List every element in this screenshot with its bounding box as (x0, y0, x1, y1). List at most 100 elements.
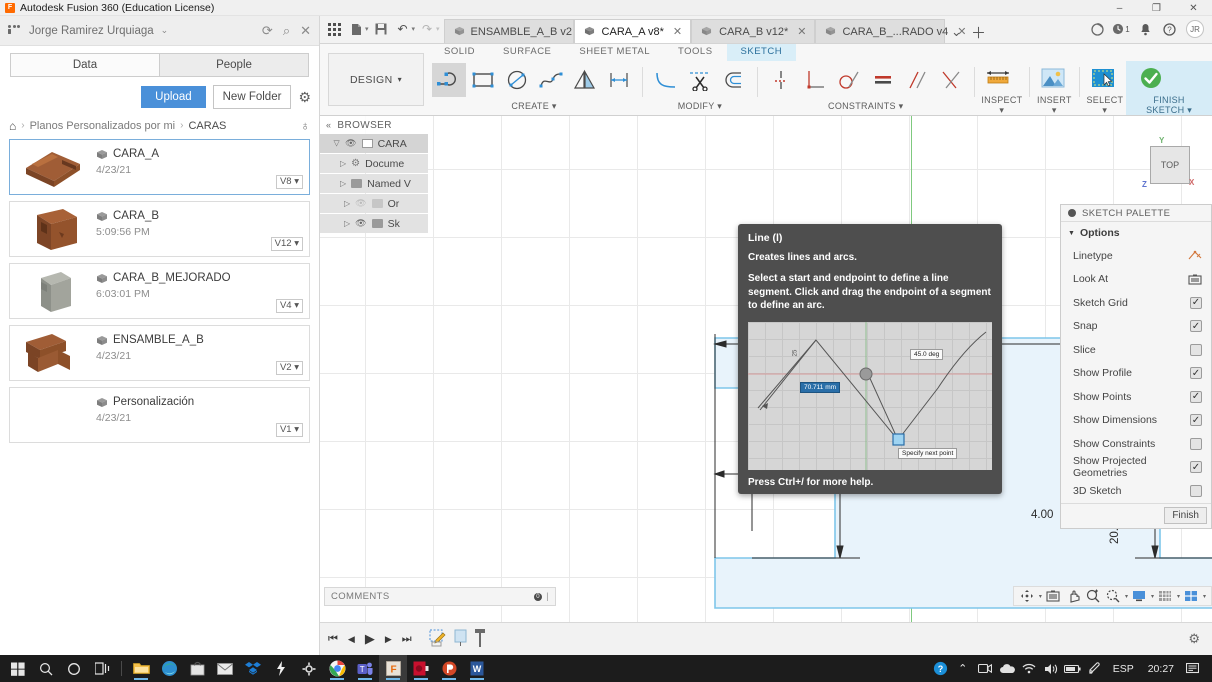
taskbar-file-explorer[interactable] (127, 655, 155, 682)
sketch-grid-checkbox[interactable]: ✓ (1190, 297, 1202, 309)
perpendicular-constraint-button[interactable] (798, 63, 832, 97)
volume-icon[interactable] (1041, 655, 1061, 682)
tray-chevron-icon[interactable]: ⌃ (953, 655, 973, 682)
avatar[interactable]: JR (1186, 20, 1204, 38)
palette-row-linetype[interactable]: Linetype (1061, 244, 1211, 268)
palette-row-snap[interactable]: Snap ✓ (1061, 315, 1211, 339)
version-badge[interactable]: V2 ▾ (276, 361, 303, 375)
palette-row-show-constraints[interactable]: Show Constraints (1061, 432, 1211, 456)
document-tab-cara-b[interactable]: CARA_B v12* ✕ (691, 19, 815, 43)
search-icon[interactable]: ⌕ (283, 23, 290, 39)
tab-overflow-icon[interactable]: ⌄ (945, 21, 967, 43)
tab-sheet-metal[interactable]: SHEET METAL (565, 44, 664, 61)
pan-icon[interactable] (1065, 588, 1082, 605)
expand-triangle-icon[interactable]: ▷ (340, 179, 346, 188)
create-group-label[interactable]: CREATE ▾ (432, 101, 636, 115)
list-item[interactable]: CARA_B_MEJORADO 6:03:01 PM V4 ▾ (9, 263, 310, 319)
display-settings-icon[interactable] (1131, 588, 1148, 605)
tab-solid[interactable]: SOLID (430, 44, 489, 61)
linetype-icon[interactable] (1187, 249, 1202, 262)
list-item[interactable]: ENSAMBLE_A_B 4/23/21 V2 ▾ (9, 325, 310, 381)
home-icon[interactable]: ⌂ (9, 119, 16, 133)
redo-caret-icon[interactable]: ▾ (436, 25, 440, 33)
version-badge[interactable]: V8 ▾ (276, 175, 303, 189)
notifications-icon[interactable] (1182, 655, 1202, 682)
onedrive-cloud-icon[interactable] (997, 655, 1017, 682)
help-icon[interactable]: ? (1158, 18, 1180, 40)
slice-checkbox[interactable] (1190, 344, 1202, 356)
breadcrumb-parent[interactable]: Planos Personalizados por mi (30, 120, 176, 132)
maximize-button[interactable]: ❐ (1138, 0, 1175, 16)
show-projected-geometries-checkbox[interactable]: ✓ (1190, 461, 1202, 473)
expand-triangle-icon[interactable]: ▷ (344, 219, 350, 228)
tab-data[interactable]: Data (10, 53, 159, 77)
search-icon[interactable] (32, 655, 60, 682)
taskbar-teams[interactable]: T (351, 655, 379, 682)
constraints-group-label[interactable]: CONSTRAINTS ▾ (764, 101, 968, 115)
snap-checkbox[interactable]: ✓ (1190, 320, 1202, 332)
view-cube[interactable]: TOP Y X Z (1142, 138, 1194, 190)
timeline-sketch-feature[interactable] (428, 628, 447, 650)
taskbar-powerpoint[interactable] (435, 655, 463, 682)
select-tool-button[interactable] (1086, 61, 1120, 95)
timeline-settings-icon[interactable]: ⚙ (1188, 631, 1200, 647)
timeline-playhead[interactable] (475, 629, 485, 650)
globe-icon[interactable]: ♁ (300, 118, 310, 133)
viewports-icon[interactable] (1183, 588, 1200, 605)
grid-caret-icon[interactable]: ▾ (1177, 593, 1180, 600)
comments-bar[interactable]: COMMENTS 0 | (324, 587, 556, 606)
view-cube-top-face[interactable]: TOP (1150, 146, 1190, 184)
browser-row-named-views[interactable]: ▷ Named V (320, 174, 428, 193)
tangent-constraint-button[interactable] (832, 63, 866, 97)
dimension-label-4-left[interactable]: 4.00 (1031, 509, 1053, 521)
show-dimensions-checkbox[interactable]: ✓ (1190, 414, 1202, 426)
palette-row-show-projected-geometries[interactable]: Show Projected Geometries ✓ (1061, 456, 1211, 480)
play-button[interactable]: ▶ (365, 631, 375, 647)
equal-constraint-button[interactable] (866, 63, 900, 97)
design-canvas[interactable]: 25 (320, 116, 1212, 622)
version-badge[interactable]: V4 ▾ (276, 299, 303, 313)
browser-row-sketches[interactable]: ▷ 👁 Sk (320, 214, 428, 233)
orbit-caret-icon[interactable]: ▾ (1039, 593, 1042, 600)
display-caret-icon[interactable]: ▾ (1151, 593, 1154, 600)
battery-icon[interactable] (1063, 655, 1083, 682)
options-section-header[interactable]: ▼ Options (1061, 222, 1211, 244)
app-grid-icon[interactable] (324, 18, 344, 40)
step-forward-button[interactable]: ▶ (385, 634, 392, 645)
taskbar-settings[interactable] (295, 655, 323, 682)
account-name[interactable]: Jorge Ramirez Urquiaga (29, 25, 154, 37)
taskbar-store[interactable] (183, 655, 211, 682)
close-icon[interactable]: ✕ (797, 25, 806, 38)
close-panel-icon[interactable]: ✕ (300, 23, 311, 39)
taskbar-fusion360[interactable]: F (379, 655, 407, 682)
3d-sketch-checkbox[interactable] (1190, 485, 1202, 497)
zoom-window-icon[interactable] (1085, 588, 1102, 605)
line-tool-button[interactable] (432, 63, 466, 97)
circle-tool-button[interactable] (500, 63, 534, 97)
finish-sketch-button[interactable] (1134, 61, 1168, 95)
eye-icon[interactable]: 👁 (345, 138, 356, 149)
pen-icon[interactable] (1085, 655, 1105, 682)
design-workspace-selector[interactable]: DESIGN ▾ (328, 53, 424, 106)
taskbar-chrome[interactable] (323, 655, 351, 682)
redo-icon[interactable]: ↷ (417, 18, 437, 40)
account-caret-icon[interactable]: ⌄ (161, 25, 169, 36)
document-tab-ensamble[interactable]: ENSAMBLE_A_B v2 ✕ (444, 19, 574, 43)
new-tab-icon[interactable]: ＋ (967, 21, 989, 43)
zoom-caret-icon[interactable]: ▾ (1125, 593, 1128, 600)
taskbar-dropbox[interactable] (239, 655, 267, 682)
new-folder-button[interactable]: New Folder (213, 85, 292, 109)
symmetry-constraint-button[interactable] (934, 63, 968, 97)
collapse-icon[interactable]: « (326, 120, 331, 130)
eye-off-icon[interactable]: 👁 (355, 198, 366, 209)
version-badge[interactable]: V1 ▾ (276, 423, 303, 437)
undo-icon[interactable]: ↶ (393, 18, 413, 40)
taskbar-media[interactable] (407, 655, 435, 682)
gear-icon[interactable]: ⚙ (298, 89, 311, 106)
undo-caret-icon[interactable]: ▾ (412, 25, 416, 33)
grid-snaps-icon[interactable] (1157, 588, 1174, 605)
tab-tools[interactable]: TOOLS (664, 44, 727, 61)
browser-row-root[interactable]: ▷ 👁 CARA (320, 134, 428, 153)
wifi-icon[interactable] (1019, 655, 1039, 682)
measure-tool-button[interactable] (981, 61, 1015, 95)
